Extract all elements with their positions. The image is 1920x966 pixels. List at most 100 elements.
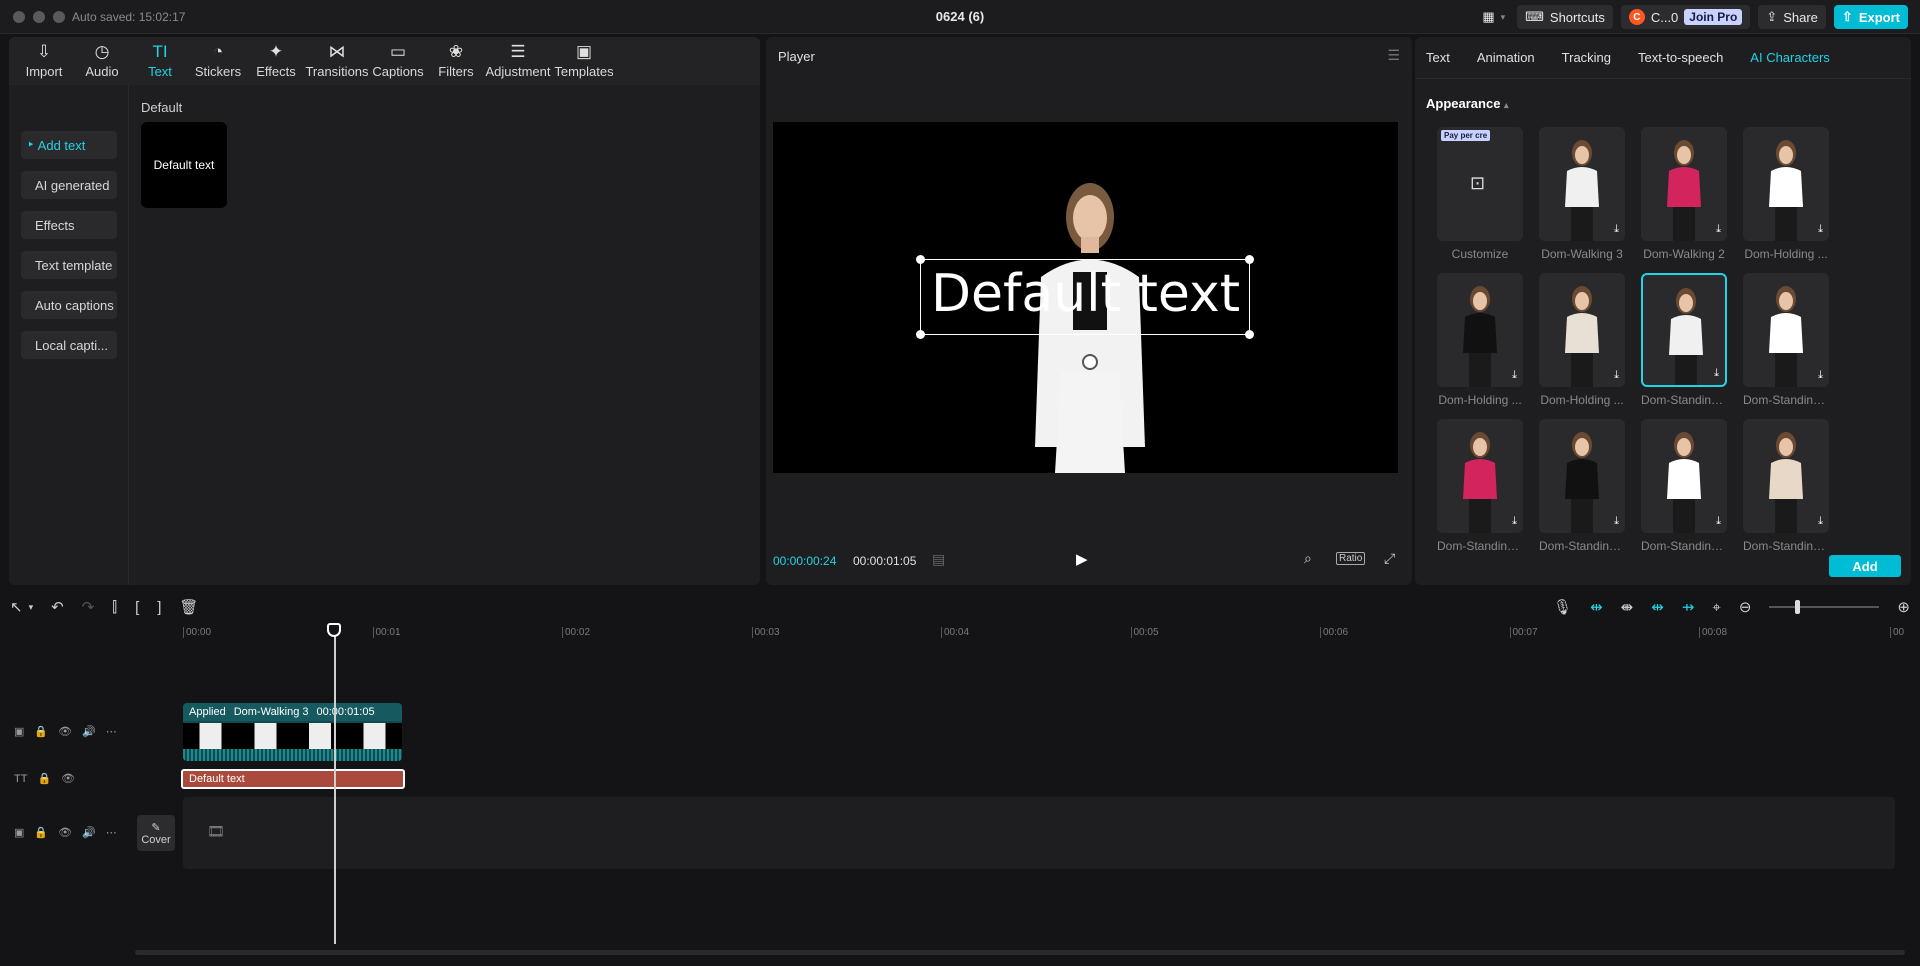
- volume-icon[interactable]: 🔊: [82, 826, 96, 839]
- tool-transitions[interactable]: ⋈ Transitions: [305, 37, 369, 85]
- download-icon[interactable]: ⤓: [1512, 515, 1517, 528]
- character-card[interactable]: ⤓ Dom-Standing 5: [1743, 273, 1829, 407]
- volume-icon[interactable]: 🔊: [82, 725, 96, 738]
- zoom-slider[interactable]: [1769, 600, 1880, 614]
- download-icon[interactable]: ⤓: [1512, 369, 1517, 382]
- download-icon[interactable]: ⤓: [1716, 515, 1721, 528]
- delete-icon[interactable]: 🗑: [179, 598, 198, 616]
- chevron-down-icon[interactable]: ▾: [29, 602, 34, 613]
- timecode-grid-icon[interactable]: ▤: [932, 551, 945, 568]
- tool-effects[interactable]: ✦ Effects: [247, 37, 305, 85]
- resize-handle[interactable]: [1245, 255, 1254, 264]
- download-icon[interactable]: ⤓: [1818, 223, 1823, 236]
- ratio-button[interactable]: Ratio: [1336, 552, 1366, 565]
- tool-captions[interactable]: ▭ Captions: [369, 37, 427, 85]
- character-card[interactable]: ⤓ Dom-Standing 3: [1539, 419, 1625, 553]
- tab-animation[interactable]: Animation: [1477, 50, 1535, 65]
- split-icon[interactable]: ⫿: [112, 599, 117, 616]
- zoom-window-button[interactable]: [53, 11, 65, 23]
- download-icon[interactable]: ⤓: [1714, 367, 1719, 380]
- tab-tracking[interactable]: Tracking: [1562, 50, 1611, 65]
- zoom-in-icon[interactable]: ⊕: [1897, 598, 1910, 616]
- default-text-card[interactable]: Default text: [141, 122, 227, 208]
- appearance-section-toggle[interactable]: Appearance ▴: [1426, 96, 1509, 111]
- resize-handle[interactable]: [916, 255, 925, 264]
- microphone-icon[interactable]: 🎙: [1553, 598, 1572, 616]
- preview-canvas[interactable]: Default text: [773, 122, 1398, 473]
- playhead[interactable]: [334, 624, 336, 944]
- tool-audio[interactable]: ◷ Audio: [73, 37, 131, 85]
- player-menu-icon[interactable]: ☰: [1387, 47, 1400, 64]
- nav-auto-captions[interactable]: Auto captions: [21, 291, 117, 319]
- zoom-out-icon[interactable]: ⊖: [1739, 598, 1752, 616]
- download-icon[interactable]: ⤓: [1614, 515, 1619, 528]
- tab-text-to-speech[interactable]: Text-to-speech: [1638, 50, 1723, 65]
- tool-adjustment[interactable]: ☰ Adjustment: [485, 37, 551, 85]
- shortcuts-button[interactable]: ⌨ Shortcuts: [1517, 5, 1613, 29]
- video-clip[interactable]: Applied Dom-Walking 3 00:00:01:05: [183, 703, 402, 761]
- minimize-window-button[interactable]: [33, 11, 45, 23]
- cover-button[interactable]: ✎ Cover: [137, 815, 175, 851]
- select-tool-icon[interactable]: ↖: [10, 598, 23, 616]
- split-left-icon[interactable]: [: [135, 599, 139, 616]
- character-card[interactable]: ⤓ Dom-Holding ...: [1437, 273, 1523, 407]
- add-character-button[interactable]: Add: [1829, 555, 1901, 577]
- timeline-scrollbar[interactable]: [135, 950, 1905, 955]
- zoom-slider-handle[interactable]: [1795, 600, 1801, 614]
- main-track-magnet-icon[interactable]: ⇹: [1590, 598, 1603, 616]
- close-window-button[interactable]: [13, 11, 25, 23]
- preview-axis-icon[interactable]: ⇸: [1682, 598, 1695, 616]
- eye-icon[interactable]: 👁: [58, 826, 72, 839]
- split-right-icon[interactable]: ]: [157, 599, 161, 616]
- linkage-icon[interactable]: ⇼: [1621, 598, 1634, 616]
- fullscreen-icon[interactable]: ⤢: [1384, 550, 1395, 567]
- lock-icon[interactable]: 🔒: [34, 725, 48, 738]
- auto-snap-icon[interactable]: ⇹: [1651, 598, 1664, 616]
- tab-text[interactable]: Text: [1426, 50, 1450, 65]
- character-card[interactable]: ⤓ Dom-Standing 1: [1743, 419, 1829, 553]
- tool-stickers[interactable]: ◔ Stickers: [189, 37, 247, 85]
- text-clip[interactable]: Default text: [181, 769, 405, 789]
- nav-ai-generated[interactable]: AI generated: [21, 171, 117, 199]
- download-icon[interactable]: ⤓: [1818, 515, 1823, 528]
- tab-ai-characters[interactable]: AI Characters: [1750, 50, 1829, 65]
- nav-add-text[interactable]: ‣ Add text: [21, 131, 117, 159]
- screenshot-icon[interactable]: ⌕: [1304, 550, 1312, 567]
- text-selection-box[interactable]: Default text: [916, 255, 1254, 339]
- fit-icon[interactable]: ⌖: [1712, 599, 1720, 616]
- undo-icon[interactable]: ↶: [51, 598, 64, 616]
- lock-icon[interactable]: 🔒: [37, 772, 51, 785]
- account-button[interactable]: C C...0 Join Pro: [1620, 5, 1751, 29]
- layout-menu-button[interactable]: ▦ ▾: [1478, 5, 1509, 29]
- character-card[interactable]: ⤓ Dom-Walking 3: [1539, 127, 1625, 261]
- character-card[interactable]: ⤓ Dom-Holding ...: [1539, 273, 1625, 407]
- character-card[interactable]: ⤓ Dom-Standing 2: [1641, 419, 1727, 553]
- more-icon[interactable]: ⋯: [106, 725, 117, 738]
- playhead-handle[interactable]: [327, 623, 341, 637]
- eye-icon[interactable]: 👁: [61, 772, 75, 785]
- character-card[interactable]: ⤓ Dom-Standing 4: [1437, 419, 1523, 553]
- download-icon[interactable]: ⤓: [1716, 223, 1721, 236]
- character-card[interactable]: ⤓ Dom-Holding ...: [1743, 127, 1829, 261]
- eye-icon[interactable]: 👁: [58, 725, 72, 738]
- export-button[interactable]: ⇧ Export: [1833, 5, 1908, 29]
- play-button[interactable]: ▶: [1076, 550, 1088, 568]
- nav-effects[interactable]: Effects: [21, 211, 117, 239]
- tool-templates[interactable]: ▣ Templates: [551, 37, 617, 85]
- tool-text[interactable]: TI Text: [131, 37, 189, 85]
- character-card[interactable]: Pay per cre ⊡ Customize: [1437, 127, 1523, 261]
- download-icon[interactable]: ⤓: [1614, 369, 1619, 382]
- nav-local-captions[interactable]: Local capti...: [21, 331, 117, 359]
- timeline-ruler[interactable]: 00:00 00:01 00:02 00:03 00:04 00:05 00:06 00:07…: [0, 623, 1910, 645]
- share-button[interactable]: ⇪ Share: [1758, 5, 1826, 29]
- redo-icon[interactable]: ↷: [82, 598, 95, 616]
- resize-handle[interactable]: [916, 330, 925, 339]
- tool-filters[interactable]: ❀ Filters: [427, 37, 485, 85]
- download-icon[interactable]: ⤓: [1818, 369, 1823, 382]
- more-icon[interactable]: ⋯: [106, 826, 117, 839]
- resize-handle[interactable]: [1245, 330, 1254, 339]
- main-track[interactable]: 🎞: [183, 797, 1895, 869]
- tool-import[interactable]: ⇩ Import: [15, 37, 73, 85]
- character-card[interactable]: ⤓ Dom-Walking 2: [1641, 127, 1727, 261]
- join-pro-button[interactable]: Join Pro: [1684, 9, 1743, 25]
